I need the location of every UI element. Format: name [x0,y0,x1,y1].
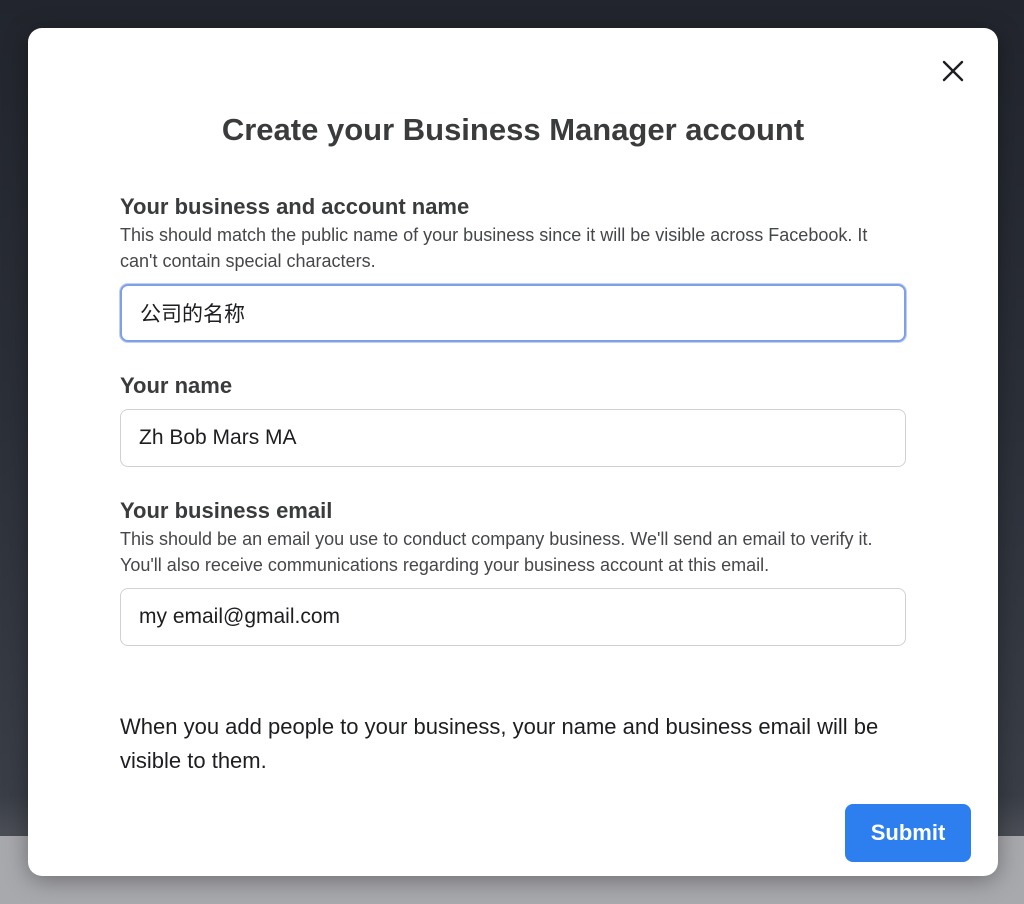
your-name-label: Your name [120,373,233,398]
business-name-help: This should match the public name of you… [120,225,868,271]
close-button[interactable] [938,56,968,86]
submit-button[interactable]: Submit [845,804,971,862]
business-email-label: Your business email [120,498,333,523]
business-email-section: Your business email This should be an em… [120,498,906,646]
business-name-label: Your business and account name [120,194,470,219]
close-icon [942,60,964,82]
business-name-input[interactable] [120,284,906,342]
dialog-title: Create your Business Manager account [221,112,805,147]
business-email-input[interactable] [120,588,906,646]
visibility-note: When you add people to your business, yo… [120,714,879,773]
create-business-dialog: Create your Business Manager account You… [28,28,998,876]
your-name-section: Your name [120,373,906,467]
business-email-help: This should be an email you use to condu… [120,529,873,575]
your-name-input[interactable] [120,409,906,467]
business-name-section: Your business and account name This shou… [120,194,906,342]
